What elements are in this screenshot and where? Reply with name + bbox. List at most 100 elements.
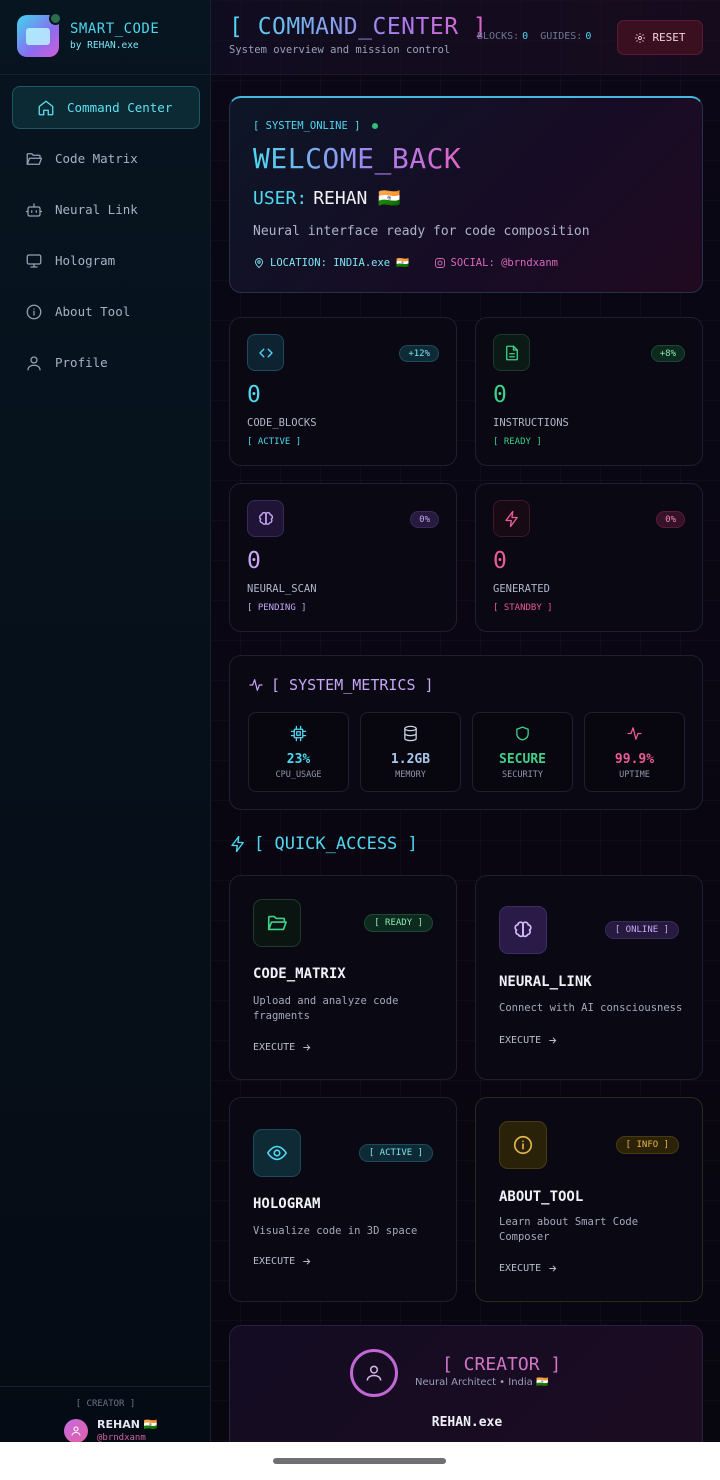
quick-card-title: CODE_MATRIX [253,966,346,982]
metric-cpu: 23% CPU_USAGE [248,712,349,792]
sidebar-item-hologram[interactable]: Hologram [12,239,200,282]
code-icon [247,334,284,371]
stat-status: [ ACTIVE ] [247,437,302,447]
welcome-panel: [ SYSTEM_ONLINE ] WELCOME_BACK USER: REHA… [229,96,703,293]
guides-count: 0 [585,31,592,42]
stat-card-neural-scan[interactable]: 0% 0 NEURAL_SCAN [ PENDING ] [229,483,457,632]
reset-label: RESET [652,31,686,44]
zap-icon [493,500,530,537]
stat-value: 0 [493,548,507,574]
stat-card-generated[interactable]: 0% 0 GENERATED [ STANDBY ] [475,483,703,632]
sidebar: SMART_CODE by REHAN.exe Command Center C… [0,0,211,1442]
brain-icon [247,500,284,537]
brain-icon [499,906,547,954]
creator-handle: @brndxanm [97,1433,146,1442]
execute-button[interactable]: EXECUTE [499,1263,558,1274]
metric-value: 99.9% [614,752,655,767]
metric-memory: 1.2GB MEMORY [360,712,461,792]
page-subtitle: System overview and mission control [229,44,451,56]
status-led-icon [372,123,379,129]
database-icon [404,725,417,742]
stat-status: [ PENDING ] [247,603,307,613]
metric-label: MEMORY [395,770,426,780]
stat-value: 0 [493,382,507,408]
sidebar-item-code-matrix[interactable]: Code Matrix [12,137,200,180]
blocks-count: 0 [522,31,529,42]
welcome-meta: LOCATION: INDIA.exe 🇮🇳 SOCIAL: @brndxanm [253,256,558,269]
stat-label: GENERATED [493,583,550,595]
quick-card-about-tool[interactable]: [ INFO ] ABOUT_TOOL Learn about Smart Co… [475,1097,703,1302]
page-header: [ COMMAND_CENTER ] System overview and m… [211,0,720,75]
quick-card-neural-link[interactable]: [ ONLINE ] NEURAL_LINK Connect with AI c… [475,875,703,1080]
status-badge: [ READY ] [364,914,433,932]
execute-label: EXECUTE [499,1263,542,1274]
map-pin-icon [255,257,263,268]
execute-button[interactable]: EXECUTE [253,1256,312,1267]
quick-card-code-matrix[interactable]: [ READY ] CODE_MATRIX Upload and analyze… [229,875,457,1080]
arrow-right-icon [549,1037,557,1044]
quick-card-description: Visualize code in 3D space [253,1225,418,1237]
creator-label: [ CREATOR ] [75,1399,136,1409]
cpu-icon [290,725,307,742]
sidebar-item-label: Hologram [55,253,116,268]
info-icon [499,1121,547,1169]
shield-icon [516,726,529,741]
execute-button[interactable]: EXECUTE [499,1035,558,1046]
execute-button[interactable]: EXECUTE [253,1042,312,1053]
system-status-text: [ SYSTEM_ONLINE ] [253,120,361,132]
quick-card-hologram[interactable]: [ ACTIVE ] HOLOGRAM Visualize code in 3D… [229,1097,457,1302]
arrow-right-icon [303,1258,311,1265]
stat-card-code-blocks[interactable]: +12% 0 CODE_BLOCKS [ ACTIVE ] [229,317,457,466]
metrics-title-text: [ SYSTEM_METRICS ] [271,676,434,694]
sidebar-item-label: Profile [55,355,108,370]
avatar[interactable] [64,1419,88,1442]
stat-label: CODE_BLOCKS [247,417,317,429]
system-navigation-bar [0,1442,720,1480]
reset-button[interactable]: RESET [617,20,703,55]
metric-value: 23% [286,752,311,767]
sidebar-item-profile[interactable]: Profile [12,341,200,384]
quick-card-description: Connect with AI consciousness [499,1002,683,1014]
sidebar-item-neural-link[interactable]: Neural Link [12,188,200,231]
metric-value: SECURE [499,752,546,767]
arrow-right-icon [303,1044,311,1051]
welcome-description: Neural interface ready for code composit… [253,224,590,239]
stat-badge: +8% [650,345,685,362]
gear-icon [635,32,646,43]
system-metrics-panel: [ SYSTEM_METRICS ] 23% CPU_USAGE 1.2GB M… [229,655,703,810]
user-label: USER: [253,188,308,209]
execute-label: EXECUTE [499,1035,542,1046]
creator-name: REHAN 🇮🇳 [97,1418,158,1431]
user-icon [366,1365,382,1381]
home-gesture-handle[interactable] [273,1458,446,1464]
sidebar-creator: [ CREATOR ] REHAN 🇮🇳 @brndxanm [0,1386,211,1442]
sidebar-item-label: Neural Link [55,202,138,217]
stat-status: [ READY ] [493,437,542,447]
quick-access-title: [ QUICK_ACCESS ] [229,834,418,854]
brand-subtitle: by REHAN.exe [70,40,139,51]
zap-icon [231,835,244,853]
arrow-right-icon [549,1265,557,1272]
stat-badge: 0% [656,511,685,528]
sidebar-item-label: About Tool [55,304,131,319]
file-text-icon [493,334,530,371]
sidebar-item-label: Code Matrix [55,151,138,166]
social-link[interactable]: SOCIAL: @brndxanm [434,257,558,269]
brand-logo-icon [17,12,62,57]
user-icon [71,1426,81,1436]
creator-subtitle: Neural Architect • India 🇮🇳 [415,1377,549,1388]
quick-card-description: Learn about Smart Code Composer [499,1216,639,1243]
metric-label: UPTIME [619,770,650,780]
activity-icon [249,679,263,691]
metric-label: CPU_USAGE [275,770,322,780]
stat-badge: +12% [399,345,439,362]
creator-avatar [350,1349,398,1397]
sidebar-item-command-center[interactable]: Command Center [12,86,200,129]
user-name: REHAN 🇮🇳 [313,188,401,209]
monitor-icon [26,253,42,268]
blocks-label: BLOCKS: [477,31,520,42]
guides-label: GUIDES: [540,31,583,42]
home-icon [38,100,54,115]
sidebar-item-about-tool[interactable]: About Tool [12,290,200,333]
stat-card-instructions[interactable]: +8% 0 INSTRUCTIONS [ READY ] [475,317,703,466]
